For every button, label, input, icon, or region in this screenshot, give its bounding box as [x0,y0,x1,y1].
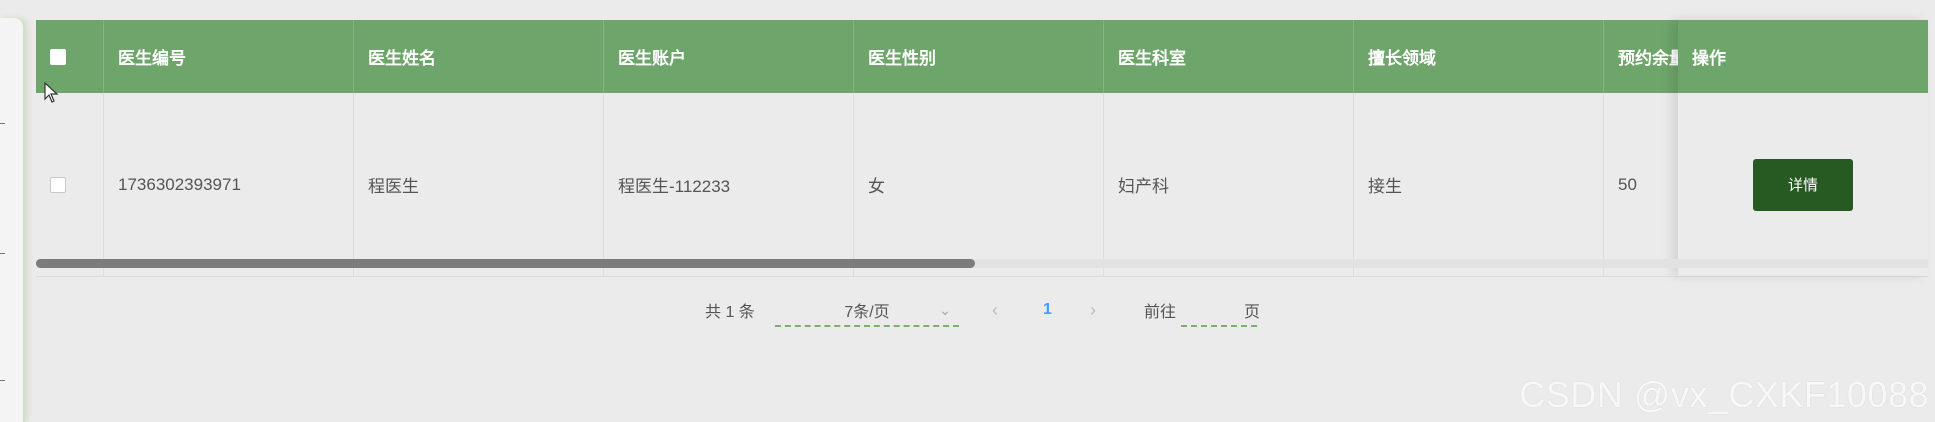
mouse-cursor-icon [44,82,59,103]
rail-tick [0,253,5,254]
page-size-select[interactable]: 7条/页 ⌄ [775,295,959,327]
cell-doctor-gender: 女 [854,93,1104,276]
horizontal-scrollbar[interactable] [36,259,1928,268]
header-doctor-gender[interactable]: 医生性别 [854,20,1104,93]
header-doctor-name[interactable]: 医生姓名 [354,20,604,93]
page-suffix-label: 页 [1244,304,1261,321]
detail-button[interactable]: 详情 [1753,158,1853,211]
header-doctor-id[interactable]: 医生编号 [104,20,354,93]
cell-doctor-name: 程医生 [354,93,604,276]
scrollbar-thumb[interactable] [36,259,975,268]
cell-doctor-id: 1736302393971 [104,93,354,276]
prev-page-icon[interactable]: ‹ [992,295,998,325]
cell-doctor-department: 妇产科 [1104,93,1354,276]
pagination-total: 共 1 条 [705,304,755,321]
cell-doctor-account: 程医生-112233 [604,93,854,276]
header-specialty[interactable]: 擅长领域 [1354,20,1604,93]
page-number-current[interactable]: 1 [1043,295,1052,325]
next-page-icon[interactable]: › [1090,295,1096,325]
side-panel-edge [0,18,25,422]
goto-label: 前往 [1144,304,1177,321]
page-size-value: 7条/页 [844,304,890,321]
fixed-action-column: 操作 详情 [1678,20,1928,276]
chevron-down-icon: ⌄ [939,301,951,318]
cell-actions: 详情 [1678,93,1928,276]
row-checkbox[interactable] [50,176,66,193]
cell-specialty: 接生 [1354,93,1604,276]
header-actions: 操作 [1678,20,1928,93]
pagination: 共 1 条 7条/页 ⌄ ‹ 1 › 前往 页 [0,295,1935,327]
header-doctor-department[interactable]: 医生科室 [1104,20,1354,93]
select-all-checkbox[interactable] [50,48,66,65]
row-select-cell [36,93,104,276]
header-doctor-account[interactable]: 医生账户 [604,20,854,93]
table-row: 1736302393971 程医生 程医生-112233 女 妇产科 接生 50 [36,93,1928,277]
rail-tick [0,123,5,124]
rail-tick [0,380,5,381]
table-header: 医生编号 医生姓名 医生账户 医生性别 医生科室 擅长领域 预约余量 [36,20,1928,93]
doctor-table: 医生编号 医生姓名 医生账户 医生性别 医生科室 擅长领域 预约余量 17363… [36,20,1928,277]
watermark: CSDN @vx_CXKF10088 [1519,374,1929,415]
